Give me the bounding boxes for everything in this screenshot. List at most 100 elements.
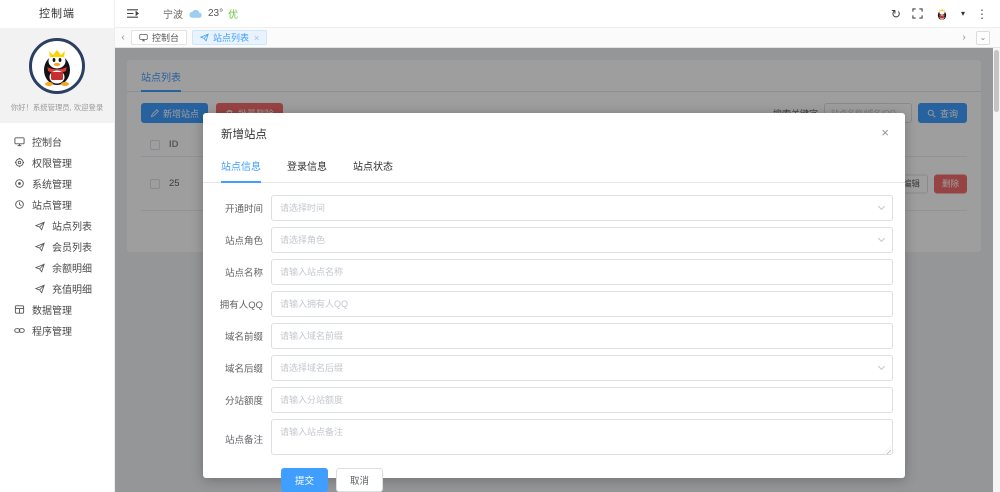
sidebar-item-label: 系统管理 <box>32 176 72 191</box>
cancel-button[interactable]: 取消 <box>336 468 383 492</box>
sidebar-item-label: 充值明细 <box>52 281 92 296</box>
modal-header: 新增站点 × <box>203 113 905 142</box>
sidebar-item-balance[interactable]: 余额明细 <box>0 257 114 278</box>
menu-fold-icon[interactable] <box>126 8 139 19</box>
field-label: 拥有人QQ <box>213 297 263 311</box>
tabbar: ‹ 控制台 站点列表 × › ⌄ <box>115 28 1000 48</box>
vertical-scrollbar[interactable] <box>993 48 1000 492</box>
sidebar-item-data[interactable]: 数据管理 <box>0 299 114 320</box>
paper-plane-icon <box>34 220 46 232</box>
sidebar-item-recharge[interactable]: 充值明细 <box>0 278 114 299</box>
tab-close-icon[interactable]: × <box>254 33 259 43</box>
paper-plane-icon <box>200 33 209 42</box>
add-site-modal: 新增站点 × 站点信息 登录信息 站点状态 开通时间 站点角色 站点名称 拥有人… <box>203 113 905 478</box>
sidebar-item-label: 站点列表 <box>52 218 92 233</box>
tabs-scroll-right-icon[interactable]: › <box>956 32 972 43</box>
tab-label: 控制台 <box>152 31 179 44</box>
tabs-dropdown-icon[interactable]: ⌄ <box>976 31 990 45</box>
sidebar-item-label: 会员列表 <box>52 239 92 254</box>
sidebar-item-label: 数据管理 <box>32 302 72 317</box>
tab-label: 站点列表 <box>213 31 249 44</box>
tab-site-list[interactable]: 站点列表 × <box>192 30 267 45</box>
submit-button[interactable]: 提交 <box>281 468 328 492</box>
cloud-icon <box>188 9 203 19</box>
gear-icon <box>13 157 25 169</box>
scrollbar-thumb[interactable] <box>994 50 999 112</box>
form-row-owner-qq: 拥有人QQ <box>213 291 893 317</box>
sidebar-item-label: 程序管理 <box>32 323 72 338</box>
welcome-text: 你好！系统管理员, 欢迎登录 <box>8 102 106 112</box>
sidebar-item-program[interactable]: 程序管理 <box>0 320 114 341</box>
sidebar-item-permissions[interactable]: 权限管理 <box>0 152 114 173</box>
air-quality-badge: 优 <box>228 6 238 21</box>
link-icon <box>13 325 25 337</box>
modal-tabs: 站点信息 登录信息 站点状态 <box>203 158 905 183</box>
site-name-input[interactable] <box>271 259 893 285</box>
owner-qq-input[interactable] <box>271 291 893 317</box>
sidebar-menu: 控制台 权限管理 系统管理 站点管理 站点列表 <box>0 123 114 341</box>
modal-title: 新增站点 <box>221 126 267 142</box>
modal-form: 开通时间 站点角色 站点名称 拥有人QQ 域名前缀 域名后缀 <box>203 183 905 492</box>
field-label: 分站额度 <box>213 393 263 407</box>
field-label: 域名后缀 <box>213 361 263 375</box>
domain-suffix-select[interactable] <box>271 355 893 381</box>
clock-icon <box>13 199 25 211</box>
form-row-site-role: 站点角色 <box>213 227 893 253</box>
main-content: 站点列表 新增站点 批量删除 搜索关键字 查询 <box>115 48 993 492</box>
tab-dashboard[interactable]: 控制台 <box>131 30 187 45</box>
fullscreen-icon[interactable] <box>912 8 923 19</box>
sidebar: 控制端 你好！系统管理员, 欢迎登录 控制台 <box>0 0 115 492</box>
open-time-select[interactable] <box>271 195 893 221</box>
sidebar-item-label: 控制台 <box>32 134 62 149</box>
modal-tab-site-status[interactable]: 站点状态 <box>353 158 393 182</box>
weather-city: 宁波 <box>163 6 183 21</box>
topbar: 宁波 23° 优 ↻ ▾ ⋮ <box>115 0 1000 28</box>
form-row-domain-suffix: 域名后缀 <box>213 355 893 381</box>
user-avatar[interactable] <box>934 6 950 22</box>
paper-plane-icon <box>34 262 46 274</box>
modal-footer: 提交 取消 <box>281 468 893 492</box>
avatar-dropdown-caret-icon[interactable]: ▾ <box>961 9 965 18</box>
tabbar-controls: › ⌄ <box>956 31 1000 45</box>
topbar-actions: ↻ ▾ ⋮ <box>891 6 1000 22</box>
sidebar-item-label: 站点管理 <box>32 197 72 212</box>
profile-panel: 你好！系统管理员, 欢迎登录 <box>0 28 114 123</box>
weather-temperature: 23° <box>208 8 223 19</box>
form-row-site-name: 站点名称 <box>213 259 893 285</box>
settings-icon <box>13 178 25 190</box>
sidebar-item-label: 权限管理 <box>32 155 72 170</box>
paper-plane-icon <box>34 241 46 253</box>
field-label: 站点角色 <box>213 233 263 247</box>
modal-tab-site-info[interactable]: 站点信息 <box>221 158 261 183</box>
sidebar-item-members[interactable]: 会员列表 <box>0 236 114 257</box>
field-label: 站点备注 <box>213 432 263 446</box>
form-row-domain-prefix: 域名前缀 <box>213 323 893 349</box>
qq-penguin-logo <box>29 38 85 94</box>
paper-plane-icon <box>34 283 46 295</box>
quota-input[interactable] <box>271 387 893 413</box>
field-label: 站点名称 <box>213 265 263 279</box>
field-label: 开通时间 <box>213 201 263 215</box>
sidebar-item-site-list[interactable]: 站点列表 <box>0 215 114 236</box>
app-title: 控制端 <box>0 0 114 28</box>
sidebar-item-sites[interactable]: 站点管理 <box>0 194 114 215</box>
tabs-scroll-left-icon[interactable]: ‹ <box>115 32 131 43</box>
table-icon <box>13 304 25 316</box>
refresh-icon[interactable]: ↻ <box>891 8 901 20</box>
form-row-remark: 站点备注 <box>213 419 893 458</box>
site-remark-textarea[interactable] <box>271 419 893 455</box>
close-icon[interactable]: × <box>881 126 889 139</box>
site-role-select[interactable] <box>271 227 893 253</box>
qq-penguin-icon <box>35 44 79 88</box>
weather-widget: 宁波 23° 优 <box>163 6 238 21</box>
sidebar-item-system[interactable]: 系统管理 <box>0 173 114 194</box>
form-row-quota: 分站额度 <box>213 387 893 413</box>
domain-prefix-input[interactable] <box>271 323 893 349</box>
modal-tab-login-info[interactable]: 登录信息 <box>287 158 327 182</box>
field-label: 域名前缀 <box>213 329 263 343</box>
sidebar-item-dashboard[interactable]: 控制台 <box>0 131 114 152</box>
sidebar-item-label: 余额明细 <box>52 260 92 275</box>
more-options-icon[interactable]: ⋮ <box>976 7 988 21</box>
form-row-open-time: 开通时间 <box>213 195 893 221</box>
monitor-icon <box>13 136 25 148</box>
